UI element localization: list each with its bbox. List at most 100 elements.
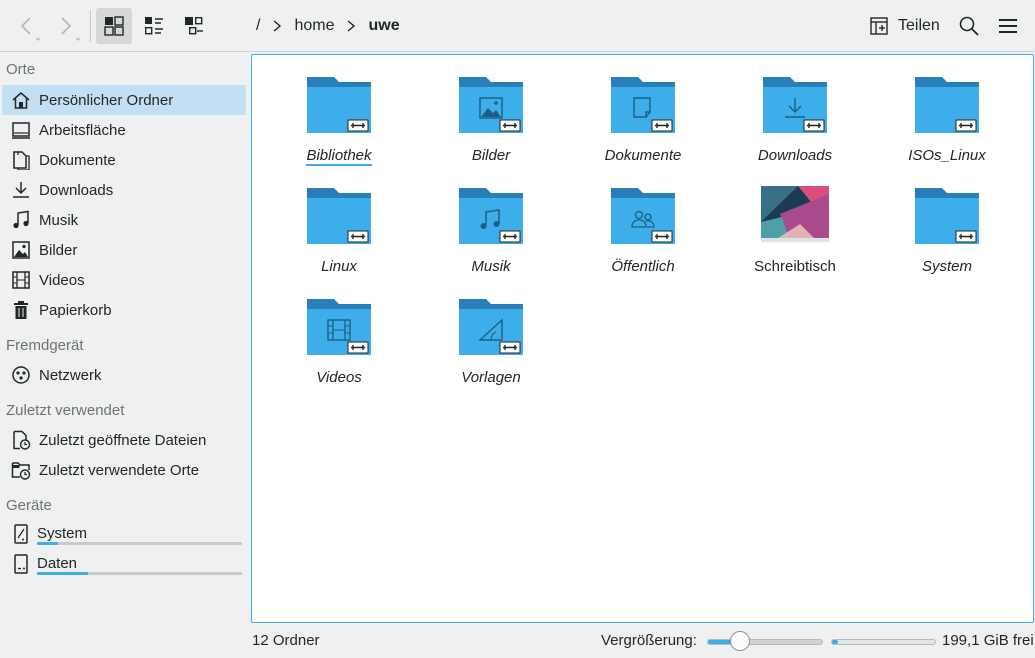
music-note-icon bbox=[4, 210, 38, 230]
documents-icon bbox=[4, 150, 38, 170]
details-view-icon bbox=[145, 17, 163, 35]
place-network[interactable]: Netzwerk bbox=[2, 360, 246, 390]
forward-button[interactable] bbox=[50, 8, 86, 44]
back-button[interactable] bbox=[10, 8, 46, 44]
folder-item[interactable]: Vorlagen bbox=[415, 295, 567, 386]
folder-item[interactable]: Musik bbox=[415, 184, 567, 275]
free-space-bar bbox=[831, 639, 936, 645]
item-label: Öffentlich bbox=[611, 258, 675, 275]
folder-item[interactable]: Bilder bbox=[415, 73, 567, 164]
folder-item[interactable]: Linux bbox=[263, 184, 415, 275]
device-usage-bar bbox=[37, 542, 242, 545]
free-space-text: 199,1 GiB frei bbox=[942, 632, 1034, 649]
file-view[interactable]: Bibliothek Bilder Dokumente Downloads IS… bbox=[251, 54, 1034, 623]
drive-icon bbox=[4, 523, 38, 545]
place-pictures[interactable]: Bilder bbox=[2, 235, 246, 265]
section-devices: Geräte bbox=[6, 497, 52, 514]
places-panel: Orte Persönlicher Ordner Arbeitsfläche D… bbox=[0, 53, 250, 623]
section-places: Orte bbox=[6, 61, 36, 78]
item-label: Videos bbox=[316, 369, 362, 386]
section-remote: Fremdgerät bbox=[6, 337, 84, 354]
place-documents[interactable]: Dokumente bbox=[2, 145, 246, 175]
place-music[interactable]: Musik bbox=[2, 205, 246, 235]
item-label: Dokumente bbox=[604, 147, 682, 164]
device-label: Daten bbox=[37, 555, 78, 572]
share-icon bbox=[870, 17, 888, 35]
place-home[interactable]: Persönlicher Ordner bbox=[2, 85, 246, 115]
statusbar: 12 Ordner Vergrößerung: 199,1 GiB frei bbox=[0, 625, 1035, 658]
place-desktop[interactable]: Arbeitsfläche bbox=[2, 115, 246, 145]
place-label: Dokumente bbox=[39, 151, 116, 169]
chevron-right-icon bbox=[340, 19, 362, 33]
place-label: Bilder bbox=[39, 241, 78, 259]
folder-item[interactable]: Öffentlich bbox=[567, 184, 719, 275]
folder-item[interactable]: Dokumente bbox=[567, 73, 719, 164]
folder-public-icon bbox=[608, 184, 678, 248]
compact-view-button[interactable] bbox=[176, 8, 212, 44]
device-usage-bar bbox=[37, 572, 242, 575]
place-videos[interactable]: Videos bbox=[2, 265, 246, 295]
folder-item[interactable]: ISOs_Linux bbox=[871, 73, 1023, 164]
folder-item[interactable]: Videos bbox=[263, 295, 415, 386]
item-label: Bilder bbox=[471, 147, 511, 164]
breadcrumb-current[interactable]: uwe bbox=[362, 17, 405, 35]
home-icon bbox=[4, 90, 38, 110]
place-label: Papierkorb bbox=[39, 301, 112, 319]
place-recent-places[interactable]: Zuletzt verwendete Orte bbox=[2, 455, 246, 485]
share-button[interactable]: Teilen bbox=[868, 10, 940, 42]
breadcrumb: / home uwe bbox=[250, 0, 406, 52]
desktop-thumbnail-icon bbox=[760, 184, 830, 248]
network-icon bbox=[4, 365, 38, 385]
place-label: Arbeitsfläche bbox=[39, 121, 126, 139]
compact-view-icon bbox=[185, 17, 203, 35]
folder-item[interactable]: Schreibtisch bbox=[719, 184, 871, 275]
folder-download-icon bbox=[760, 73, 830, 137]
folder-item[interactable]: System bbox=[871, 184, 1023, 275]
desktop-icon bbox=[4, 120, 38, 140]
place-label: Musik bbox=[39, 211, 79, 229]
item-label: Schreibtisch bbox=[754, 258, 836, 275]
share-label: Teilen bbox=[898, 17, 940, 34]
place-label: Zuletzt verwendete Orte bbox=[39, 461, 200, 479]
free-space-fill bbox=[832, 640, 839, 644]
item-label: Musik bbox=[471, 258, 511, 275]
status-summary: 12 Ordner bbox=[252, 632, 320, 649]
menu-button[interactable] bbox=[990, 8, 1026, 44]
folder-item[interactable]: Downloads bbox=[719, 73, 871, 164]
folder-icon bbox=[912, 184, 982, 248]
folder-item[interactable]: Bibliothek bbox=[263, 73, 415, 166]
folder-music-icon bbox=[456, 184, 526, 248]
search-button[interactable] bbox=[952, 8, 986, 44]
place-recent-files[interactable]: Zuletzt geöffnete Dateien bbox=[2, 425, 246, 455]
place-downloads[interactable]: Downloads bbox=[2, 175, 246, 205]
zoom-slider-track[interactable] bbox=[707, 639, 823, 645]
place-label: Videos bbox=[39, 271, 85, 289]
folder-pictures-icon bbox=[456, 73, 526, 137]
place-label: Zuletzt geöffnete Dateien bbox=[39, 431, 207, 449]
icons-view-icon bbox=[104, 16, 124, 36]
item-label: Bibliothek bbox=[306, 147, 372, 166]
folder-documents-icon bbox=[608, 73, 678, 137]
zoom-label: Vergrößerung: bbox=[601, 632, 697, 649]
item-label: System bbox=[921, 258, 972, 275]
folder-icon bbox=[912, 73, 982, 137]
icons-view-button[interactable] bbox=[96, 8, 132, 44]
breadcrumb-home[interactable]: home bbox=[288, 17, 340, 35]
chevron-right-icon bbox=[266, 19, 288, 33]
device-usage-fill bbox=[37, 572, 89, 575]
recent-places-icon bbox=[4, 460, 38, 480]
trash-icon bbox=[4, 300, 38, 320]
folder-templates-icon bbox=[456, 295, 526, 359]
place-trash[interactable]: Papierkorb bbox=[2, 295, 246, 325]
download-icon bbox=[4, 180, 38, 200]
item-label: ISOs_Linux bbox=[908, 147, 986, 164]
item-label: Linux bbox=[321, 258, 357, 275]
item-label: Vorlagen bbox=[461, 369, 521, 386]
details-view-button[interactable] bbox=[136, 8, 172, 44]
folder-icon bbox=[304, 184, 374, 248]
toolbar: / home uwe Teilen bbox=[0, 0, 1035, 52]
breadcrumb-root[interactable]: / bbox=[250, 17, 266, 35]
image-icon bbox=[4, 240, 38, 260]
zoom-slider-handle[interactable] bbox=[730, 631, 750, 651]
toolbar-separator bbox=[90, 10, 91, 42]
